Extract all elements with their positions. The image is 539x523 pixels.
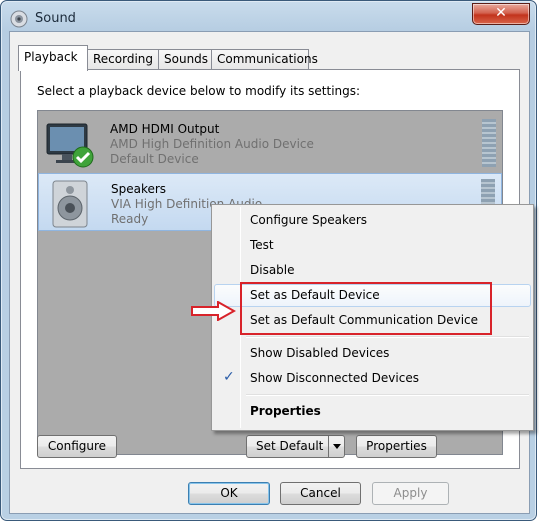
- instruction-text: Select a playback device below to modify…: [37, 84, 361, 98]
- chevron-down-icon[interactable]: [328, 436, 344, 457]
- menu-item-label: Configure Speakers: [250, 213, 368, 227]
- device-name: Speakers: [111, 182, 167, 196]
- speaker-icon: [52, 180, 88, 228]
- checkmark-icon: ✓: [223, 369, 235, 385]
- tab-recording[interactable]: Recording: [87, 49, 159, 70]
- menu-item-test[interactable]: Test: [214, 234, 531, 257]
- tab-playback[interactable]: Playback: [18, 45, 88, 71]
- annotation-highlight-box: [240, 282, 492, 335]
- device-description: AMD High Definition Audio Device: [110, 137, 314, 151]
- apply-button[interactable]: Apply: [372, 482, 449, 505]
- green-check-icon: [72, 146, 94, 168]
- device-status: Default Device: [110, 152, 199, 166]
- menu-item-properties[interactable]: Properties: [214, 400, 531, 423]
- menu-item-label: Show Disconnected Devices: [250, 371, 419, 385]
- menu-item-show-disconnected-devices[interactable]: ✓ Show Disconnected Devices: [214, 367, 531, 390]
- set-default-button[interactable]: Set Default: [246, 435, 345, 458]
- speaker-app-icon: [10, 10, 28, 28]
- menu-separator: [246, 394, 529, 396]
- menu-separator: [246, 336, 529, 338]
- device-status: Ready: [111, 212, 149, 226]
- menu-item-configure-speakers[interactable]: Configure Speakers: [214, 209, 531, 232]
- set-default-label: Set Default: [256, 439, 324, 453]
- volume-meter: [482, 119, 496, 167]
- ok-button[interactable]: OK: [188, 482, 270, 505]
- properties-button[interactable]: Properties: [356, 435, 437, 458]
- cancel-button[interactable]: Cancel: [280, 482, 361, 505]
- device-name: AMD HDMI Output: [110, 122, 220, 136]
- menu-item-label: Properties: [250, 404, 321, 418]
- close-icon: ✕: [495, 5, 507, 21]
- tab-sounds[interactable]: Sounds: [158, 49, 212, 70]
- close-button[interactable]: ✕: [472, 3, 530, 25]
- tab-communications[interactable]: Communications: [211, 49, 318, 70]
- configure-button[interactable]: Configure: [37, 435, 117, 458]
- annotation-arrow-icon: [191, 301, 236, 321]
- menu-item-label: Test: [250, 238, 274, 252]
- menu-item-disable[interactable]: Disable: [214, 259, 531, 282]
- device-item-hdmi[interactable]: AMD HDMI Output AMD High Definition Audi…: [38, 114, 502, 172]
- menu-item-label: Show Disabled Devices: [250, 346, 390, 360]
- window-title: Sound: [35, 11, 76, 26]
- menu-item-show-disabled-devices[interactable]: Show Disabled Devices: [214, 342, 531, 365]
- menu-item-label: Disable: [250, 263, 295, 277]
